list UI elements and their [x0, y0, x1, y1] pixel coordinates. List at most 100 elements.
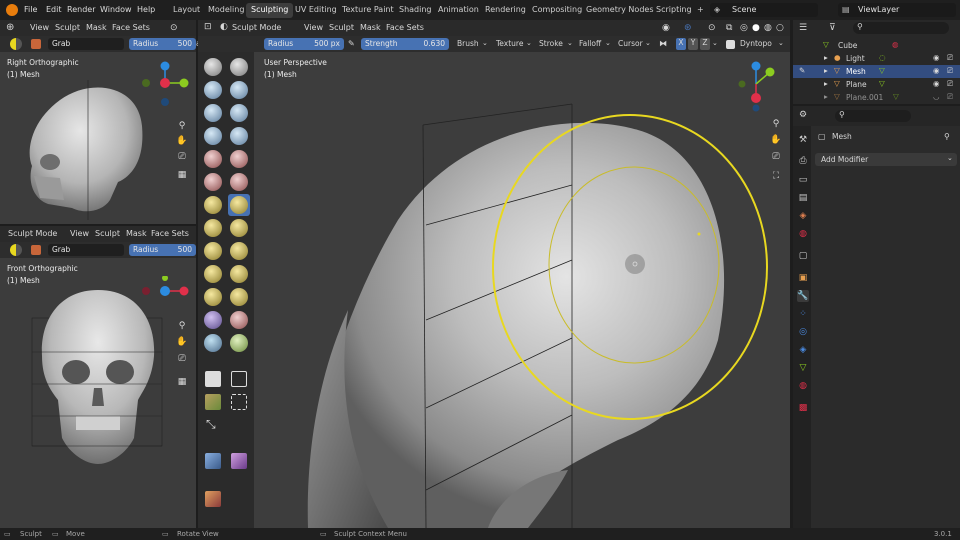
hand-pan-icon[interactable]: ✋ [175, 134, 189, 148]
tab-shading[interactable]: Shading [394, 3, 437, 18]
tab-scripting[interactable]: Scripting [651, 3, 697, 18]
menu-face-sets[interactable]: Face Sets [151, 229, 189, 238]
add-workspace-button[interactable]: + [692, 3, 709, 18]
mesh-filter-tool[interactable] [202, 450, 224, 472]
color-filter-tool[interactable] [202, 488, 224, 510]
expand-icon[interactable]: ▸ [824, 66, 828, 75]
particles-tab-icon[interactable]: ⁘ [797, 308, 809, 320]
collection-tab-icon[interactable]: ▢ [797, 250, 809, 262]
brush-icon[interactable] [10, 38, 22, 50]
camera-render-icon[interactable]: ⎚ [947, 92, 953, 102]
menu-window[interactable]: Window [100, 5, 132, 14]
tab-compositing[interactable]: Compositing [527, 3, 587, 18]
overlay-icon[interactable]: ⊙ [708, 23, 716, 33]
world-tab-icon[interactable]: ◍ [797, 228, 809, 240]
modifier-tab-icon[interactable]: 🔧 [797, 290, 809, 302]
rotate-brush-tool[interactable] [228, 263, 250, 285]
sculpt-mode-icon[interactable]: ✎ [799, 66, 805, 75]
boundary-brush-tool[interactable] [228, 286, 250, 308]
solid-shading-icon[interactable]: ● [752, 23, 760, 33]
expand-icon[interactable]: ▸ [824, 53, 828, 62]
brush-dropdown[interactable]: Brush [457, 39, 479, 48]
outliner-search-input[interactable]: ⚲ [853, 22, 949, 34]
right-ortho-viewport[interactable]: ⊕ View Sculpt Mask Face Sets ⊙ Grab Radi… [0, 20, 205, 224]
line-project-tool[interactable]: ⤡ [202, 414, 224, 436]
elastic-deform-brush-tool[interactable] [228, 217, 250, 239]
camera-render-icon[interactable]: ⎚ [947, 66, 953, 76]
brush-name-field[interactable]: Grab [48, 244, 124, 256]
outliner-row-mesh[interactable]: ✎ ▸ ▽ Mesh ▽ ◉ ⎚ [793, 65, 960, 78]
menu-view[interactable]: View [304, 23, 323, 32]
box-mask-tool[interactable] [202, 368, 224, 390]
data-tab-icon[interactable]: ▽ [797, 362, 809, 374]
symmetry-z-toggle[interactable]: Z [700, 38, 710, 50]
hand-pan-icon[interactable]: ✋ [769, 133, 783, 147]
layer-brush-tool[interactable] [228, 102, 250, 124]
output-tab-icon[interactable]: ▭ [797, 174, 809, 186]
eye-icon[interactable]: ◉ [933, 53, 940, 62]
camera-icon[interactable]: ⎚ [175, 150, 189, 164]
pose-brush-tool[interactable] [228, 240, 250, 262]
clay-thumb-brush-tool[interactable] [202, 102, 224, 124]
navigation-gizmo[interactable] [140, 60, 190, 115]
blender-logo-icon[interactable] [6, 4, 18, 16]
zoom-icon[interactable]: ⚲ [769, 117, 783, 131]
clay-strips-brush-tool[interactable] [228, 79, 250, 101]
camera-icon[interactable]: ⎚ [175, 352, 189, 366]
render-tab-icon[interactable]: ⎙ [797, 155, 809, 167]
view-layer-tab-icon[interactable]: ▤ [797, 192, 809, 204]
box-hide-tool[interactable] [228, 368, 250, 390]
zoom-icon[interactable]: ⚲ [175, 319, 189, 333]
flatten-brush-tool[interactable] [202, 171, 224, 193]
add-modifier-button[interactable]: Add Modifier ⌄ [815, 153, 957, 166]
sculpt-mode-icon[interactable]: ◐ [220, 22, 228, 32]
falloff-dropdown[interactable]: Falloff [579, 39, 601, 48]
menu-view[interactable]: View [70, 229, 89, 238]
clay-brush-tool[interactable] [202, 79, 224, 101]
cursor-dropdown[interactable]: Cursor [618, 39, 643, 48]
tab-animation[interactable]: Animation [433, 3, 484, 18]
smooth-brush-tool[interactable] [228, 148, 250, 170]
draw-brush-tool[interactable] [202, 56, 224, 78]
pen-pressure-icon[interactable]: ✎ [348, 39, 355, 48]
texture-dropdown[interactable]: Texture [496, 39, 523, 48]
thumb-brush-tool[interactable] [202, 240, 224, 262]
stroke-dropdown[interactable]: Stroke [539, 39, 563, 48]
brush-color-icon[interactable] [31, 39, 41, 49]
menu-mask[interactable]: Mask [86, 23, 107, 32]
menu-sculpt[interactable]: Sculpt [329, 23, 354, 32]
eye-icon[interactable]: ◉ [933, 66, 940, 75]
grab-brush-tool[interactable] [228, 194, 250, 216]
symmetry-x-toggle[interactable]: X [676, 38, 686, 50]
box-face-set-tool[interactable] [202, 391, 224, 413]
symmetry-y-toggle[interactable]: Y [688, 38, 698, 50]
brush-name-field[interactable]: Grab [48, 38, 124, 50]
menu-face-sets[interactable]: Face Sets [112, 23, 150, 32]
box-trim-tool[interactable] [228, 391, 250, 413]
nudge-brush-tool[interactable] [202, 263, 224, 285]
navigation-gizmo[interactable] [732, 60, 784, 116]
tab-uv-editing[interactable]: UV Editing [290, 3, 342, 18]
object-tab-icon[interactable]: ▣ [797, 272, 809, 284]
camera-icon[interactable]: ⎚ [769, 150, 783, 164]
crease-brush-tool[interactable] [202, 148, 224, 170]
scene-tab-icon[interactable]: ◈ [797, 210, 809, 222]
tab-modeling[interactable]: Modeling [203, 3, 249, 18]
slide-relax-brush-tool[interactable] [202, 286, 224, 308]
menu-mask[interactable]: Mask [360, 23, 381, 32]
viewport-menu-icon[interactable]: ⊕ [6, 22, 14, 33]
mode-selector[interactable]: Sculpt Mode [8, 229, 57, 238]
filter-icon[interactable]: ⊽ [829, 23, 836, 33]
grid-toggle-icon[interactable]: ▦ [175, 168, 189, 182]
tab-texture-paint[interactable]: Texture Paint [337, 3, 399, 18]
zoom-icon[interactable]: ⚲ [175, 119, 189, 133]
strength-slider[interactable]: Strength 0.630 [361, 38, 449, 50]
simplify-brush-tool[interactable] [228, 309, 250, 331]
navigation-gizmo[interactable] [140, 275, 190, 306]
cloth-brush-tool[interactable] [202, 309, 224, 331]
expand-icon[interactable]: ▸ [824, 79, 828, 88]
constraints-tab-icon[interactable]: ◈ [797, 344, 809, 356]
outliner-row-cube[interactable]: ▽ Cube ◍ [793, 39, 960, 52]
editor-type-icon[interactable]: ⊡ [204, 22, 212, 32]
pin-icon[interactable]: ⚲ [944, 132, 950, 141]
